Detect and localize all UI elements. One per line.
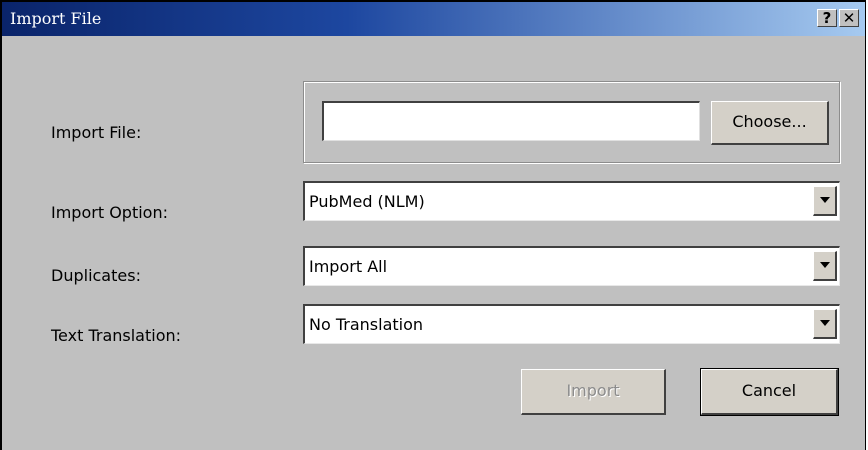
text-translation-value: No Translation xyxy=(309,315,424,334)
import-option-select[interactable]: PubMed (NLM) xyxy=(303,181,840,221)
chevron-down-icon xyxy=(820,262,830,268)
chevron-down-icon xyxy=(820,197,830,203)
import-file-dialog: Import File ? ✕ Import File: Choose... I… xyxy=(0,0,866,450)
help-icon: ? xyxy=(822,9,832,27)
choose-button[interactable]: Choose... xyxy=(711,101,829,145)
text-translation-dropdown-button[interactable] xyxy=(813,309,837,339)
close-icon: ✕ xyxy=(842,9,856,27)
chevron-down-icon xyxy=(820,320,830,326)
import-file-label: Import File: xyxy=(51,123,142,142)
cancel-button[interactable]: Cancel xyxy=(700,368,839,416)
text-translation-select[interactable]: No Translation xyxy=(303,304,840,344)
help-button[interactable]: ? xyxy=(817,9,837,27)
import-option-label: Import Option: xyxy=(51,203,168,222)
duplicates-select[interactable]: Import All xyxy=(303,246,840,286)
import-file-input[interactable] xyxy=(322,101,700,141)
window-title: Import File xyxy=(10,9,102,28)
duplicates-dropdown-button[interactable] xyxy=(813,251,837,281)
duplicates-value: Import All xyxy=(309,257,388,276)
title-bar: Import File ? ✕ xyxy=(2,2,865,36)
duplicates-label: Duplicates: xyxy=(51,266,141,285)
text-translation-label: Text Translation: xyxy=(51,326,182,345)
import-option-value: PubMed (NLM) xyxy=(309,192,425,211)
import-button[interactable]: Import xyxy=(521,369,666,415)
close-button[interactable]: ✕ xyxy=(839,9,859,27)
import-option-dropdown-button[interactable] xyxy=(813,186,837,216)
